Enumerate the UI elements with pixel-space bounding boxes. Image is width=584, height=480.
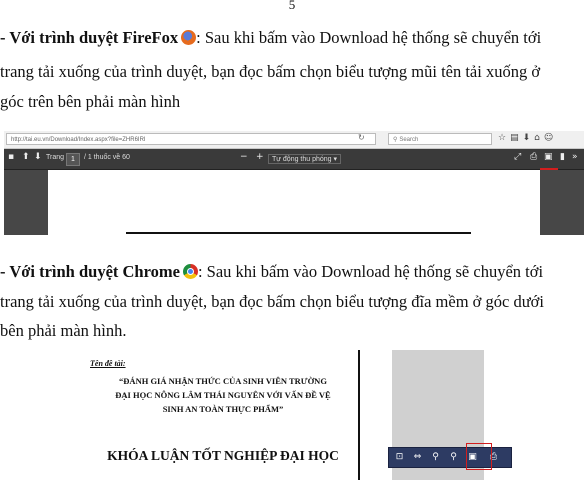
prev-page-icon[interactable]: ⬆ bbox=[22, 152, 30, 162]
bookmark-icon[interactable]: ▮ bbox=[560, 152, 565, 162]
firefox-text-line1: : Sau khi bấm vào Download hệ thống sẽ c… bbox=[196, 28, 542, 47]
zoom-in-icon[interactable]: + bbox=[256, 152, 264, 162]
zoom-out-icon[interactable]: − bbox=[240, 152, 248, 162]
star-icon[interactable]: ☆ bbox=[498, 133, 510, 143]
print-icon[interactable]: ⎙ bbox=[530, 152, 537, 162]
next-page-icon[interactable]: ⬇ bbox=[34, 152, 42, 162]
pdf-floating-toolbar: ⊡ ⇔ ⚲ ⚲ ▣ ⎙ bbox=[388, 447, 512, 468]
firefox-text-line3: góc trên bên phải màn hình bbox=[0, 92, 181, 111]
address-bar-strip: http://tai.eu.vn/Download/Index.aspx?fil… bbox=[4, 131, 584, 149]
chrome-paragraph-line1: - Với trình duyệt Chrome : Sau khi bấm và… bbox=[0, 262, 543, 282]
page-separator bbox=[358, 350, 360, 480]
tools-icon[interactable]: » bbox=[572, 152, 578, 162]
fit-page-icon[interactable]: ⊡ bbox=[393, 451, 406, 463]
browser-nav-icons: ☆▤⬇⌂☺ bbox=[498, 133, 557, 143]
chat-icon[interactable]: ☺ bbox=[544, 133, 557, 143]
chrome-text-line2: trang tải xuống của trình duyệt, bạn đọc… bbox=[0, 292, 544, 311]
page-label: Trang bbox=[46, 154, 65, 161]
search-field[interactable]: ⚲ Search bbox=[388, 133, 492, 145]
pdf-page bbox=[48, 170, 540, 235]
firefox-screenshot: http://tai.eu.vn/Download/Index.aspx?fil… bbox=[4, 131, 584, 235]
home-icon[interactable]: ⌂ bbox=[534, 133, 544, 143]
search-placeholder: Search bbox=[399, 137, 419, 143]
chrome-text-line1: : Sau khi bấm vào Download hệ thống sẽ c… bbox=[197, 262, 544, 281]
zoom-select[interactable]: Tự động thu phóng ▾ bbox=[268, 154, 342, 164]
page-count: / 1 thuốc về 60 bbox=[84, 154, 130, 161]
zoom-out-icon[interactable]: ⚲ bbox=[429, 451, 442, 463]
firefox-text-line2: trang tải xuống của trình duyệt, bạn đọc… bbox=[0, 62, 541, 81]
bookmarks-icon[interactable]: ▤ bbox=[510, 133, 523, 143]
doc-title-line1: “ĐÁNH GIÁ NHẬN THỨC CỦA SINH VIÊN TRƯỜNG bbox=[119, 376, 327, 386]
zoom-in-icon[interactable]: ⚲ bbox=[447, 451, 460, 463]
download-icon[interactable]: ⬇ bbox=[523, 133, 535, 143]
fit-width-icon[interactable]: ⇔ bbox=[411, 451, 424, 463]
firefox-paragraph-line1: - Với trình duyệt FireFox : Sau khi bấm v… bbox=[0, 28, 541, 48]
zoom-label: Tự động thu phóng bbox=[272, 156, 332, 163]
doc-title-line2: ĐẠI HỌC NÔNG LÂM THÁI NGUYÊN VỚI VẤN ĐỀ … bbox=[115, 390, 331, 400]
chrome-heading: - Với trình duyệt Chrome bbox=[0, 262, 180, 281]
fullscreen-icon[interactable]: ⤢ bbox=[514, 152, 521, 162]
page-number-input[interactable]: 1 bbox=[66, 153, 80, 166]
chrome-text-line3: bên phải màn hình. bbox=[0, 321, 127, 340]
firefox-icon bbox=[181, 30, 197, 45]
doc-topic-label: Tên đề tài: bbox=[90, 359, 126, 368]
save-highlight bbox=[466, 443, 492, 470]
page-number: 5 bbox=[288, 0, 296, 12]
pdf-document-page: Tên đề tài: “ĐÁNH GIÁ NHẬN THỨC CỦA SINH… bbox=[88, 350, 360, 480]
pdf-toolbar: ▪ ⬆ ⬇ Trang 1 / 1 thuốc về 60 − + Tự độn… bbox=[4, 149, 584, 170]
firefox-heading: - Với trình duyệt FireFox bbox=[0, 28, 179, 47]
url-field[interactable]: http://tai.eu.vn/Download/Index.aspx?fil… bbox=[6, 133, 376, 145]
sidebar-toggle-icon[interactable]: ▪ bbox=[8, 152, 14, 162]
page-rule-line bbox=[126, 232, 471, 234]
save-download-icon[interactable]: ▣ bbox=[544, 152, 553, 162]
chrome-screenshot: Tên đề tài: “ĐÁNH GIÁ NHẬN THỨC CỦA SINH… bbox=[88, 350, 512, 480]
reload-icon[interactable]: ↻ bbox=[358, 133, 365, 142]
chrome-icon bbox=[182, 264, 198, 279]
doc-title-line3: SINH AN TOÀN THỰC PHẨM” bbox=[162, 404, 284, 414]
doc-main-heading: KHÓA LUẬN TỐT NGHIỆP ĐẠI HỌC bbox=[107, 448, 339, 463]
